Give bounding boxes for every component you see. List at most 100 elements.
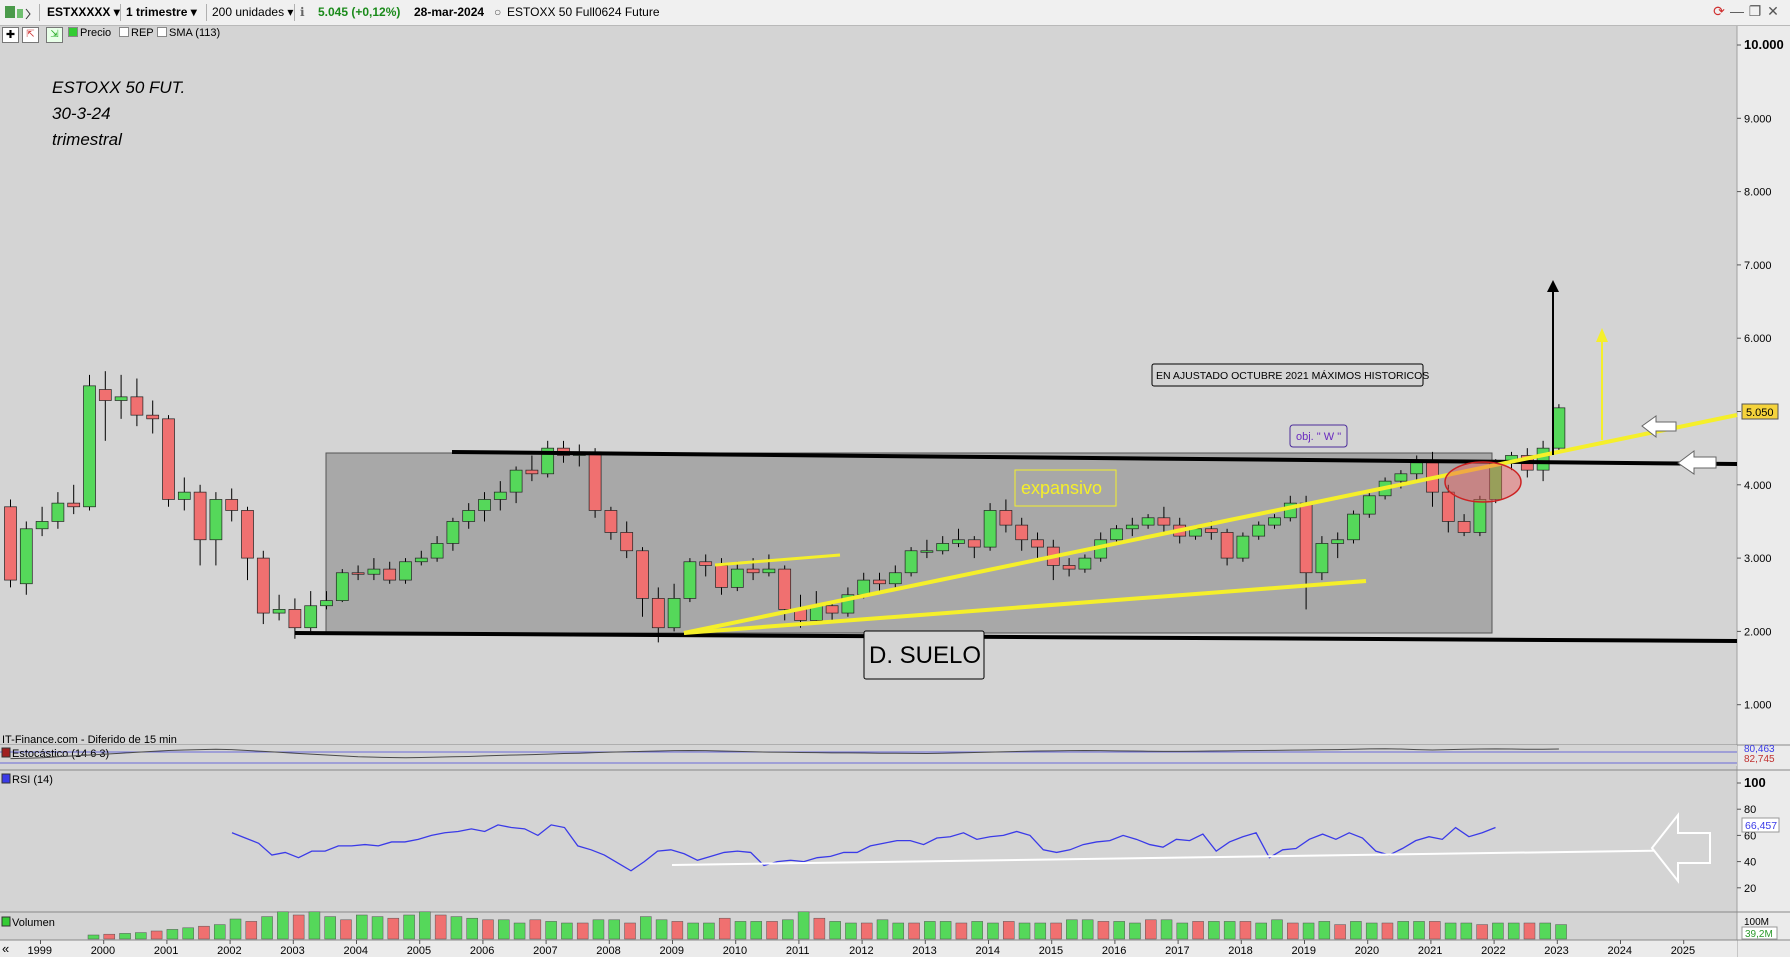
candle-body — [1394, 473, 1408, 482]
maximos-label: EN AJUSTADO OCTUBRE 2021 MÁXIMOS HISTORI… — [1156, 369, 1429, 382]
import-icon[interactable]: ⇲ — [46, 27, 63, 43]
volume-bar — [150, 930, 163, 940]
chart-annotation: trimestral — [52, 130, 123, 149]
sma-toggle[interactable]: SMA (113) — [157, 27, 220, 39]
candle-body — [225, 499, 239, 511]
volume-bar — [229, 918, 242, 940]
chart-annotation: 30-3-24 — [52, 104, 111, 123]
volume-bar — [356, 914, 368, 940]
x-tick-label: 2009 — [660, 945, 684, 957]
volume-bar — [624, 922, 636, 940]
chart-canvas[interactable]: 10.0009.0008.0007.0006.0005.0004.0003.00… — [0, 0, 1790, 957]
volume-bar — [1381, 922, 1394, 940]
rep-toggle[interactable]: REP — [119, 27, 154, 39]
volume-bar — [766, 921, 778, 940]
period-select[interactable]: 1 trimestre ▾ — [126, 3, 197, 22]
volume-bar — [1066, 919, 1078, 940]
refresh-icon[interactable]: ⟳ — [1711, 3, 1727, 19]
candle-body — [920, 550, 934, 553]
volume-bar — [513, 922, 526, 940]
volume-bar — [1145, 919, 1157, 940]
candle-body — [904, 550, 918, 574]
volume-bar — [576, 922, 589, 940]
volume-bar — [1239, 921, 1252, 940]
scroll-left-button: « — [2, 941, 9, 956]
expansivo-label: expansivo — [1021, 478, 1102, 498]
volume-bar — [1523, 922, 1536, 940]
candle-body — [114, 396, 128, 401]
volume-bar — [987, 922, 999, 940]
volume-bar — [213, 924, 226, 940]
volume-bar — [1129, 922, 1141, 940]
candle-body — [1441, 491, 1455, 522]
price-toggle[interactable]: Precio — [68, 27, 111, 39]
obj-w-label: obj. " W " — [1296, 431, 1341, 443]
add-icon[interactable]: ✚ — [2, 27, 19, 43]
candle-body — [1457, 521, 1471, 533]
x-tick-label: 2007 — [533, 945, 557, 957]
x-tick-label: 1999 — [28, 945, 52, 957]
stoch-icon — [1, 747, 11, 758]
volume-bar — [1507, 922, 1520, 940]
volume-bar — [1271, 919, 1283, 940]
volume-bar — [182, 927, 194, 940]
export-icon[interactable]: ⇱ — [22, 27, 39, 43]
restore-icon[interactable]: ❐ — [1747, 3, 1763, 19]
volume-bar — [640, 916, 652, 940]
candle-body — [888, 572, 902, 585]
x-tick-label: 2000 — [91, 945, 115, 957]
volume-bar — [450, 916, 463, 940]
candle-body — [1331, 539, 1345, 544]
units-select[interactable]: 200 unidades ▾ — [212, 3, 293, 22]
volume-bar — [561, 922, 573, 940]
volume-label: Volumen — [12, 917, 55, 929]
x-tick-label: 2001 — [154, 945, 178, 957]
volume-bar — [324, 916, 336, 940]
symbol-select[interactable]: ESTXXXXX ▾ — [47, 3, 120, 22]
volume-bar — [482, 919, 494, 940]
volume-bar — [103, 933, 116, 940]
minimize-icon[interactable]: — — [1729, 3, 1745, 19]
x-tick-label: 2015 — [1039, 945, 1063, 957]
candle-body — [1157, 517, 1171, 526]
x-tick-label: 2008 — [596, 945, 620, 957]
volume-bar — [261, 916, 273, 940]
candle-body — [67, 502, 81, 508]
candle-body — [462, 510, 476, 522]
x-tick-label: 2018 — [1228, 945, 1252, 957]
x-tick-label: 2016 — [1102, 945, 1126, 957]
candle-body — [857, 579, 871, 596]
candle-body — [351, 572, 365, 575]
x-tick-label: 2012 — [849, 945, 873, 957]
volume-bar — [892, 922, 905, 940]
info-icon[interactable]: ℹ — [300, 3, 305, 22]
volume-bar — [245, 921, 258, 940]
candle-body — [1204, 528, 1218, 533]
close-icon[interactable]: ✕ — [1765, 3, 1781, 19]
volume-bar — [1476, 924, 1488, 940]
candle-body — [367, 568, 381, 575]
x-tick-label: 2023 — [1544, 945, 1568, 957]
volume-bar — [1429, 921, 1441, 940]
candle-body — [1362, 495, 1376, 515]
candle-body — [256, 557, 270, 614]
volume-bar — [1208, 921, 1220, 940]
volume-bar — [1555, 924, 1567, 940]
volume-bar — [845, 922, 857, 940]
y-tick-label: 7.000 — [1744, 260, 1772, 272]
candle-body — [604, 510, 618, 533]
candle-body — [983, 510, 997, 548]
candle-body — [636, 550, 649, 599]
volume-bar — [371, 916, 384, 940]
volume-bar — [308, 911, 321, 940]
last-quote: 5.045 (+0,12%) — [318, 5, 401, 19]
candle-body — [1268, 517, 1281, 526]
candle-body — [778, 568, 792, 610]
candle-body — [1410, 462, 1424, 475]
chart-layout-icon[interactable] — [2, 3, 36, 22]
volume-bar — [1460, 922, 1473, 940]
volume-bar — [1397, 921, 1409, 940]
volume-bar — [782, 919, 794, 940]
chart-window: 10.0009.0008.0007.0006.0005.0004.0003.00… — [0, 0, 1790, 957]
instrument-name: ESTOXX 50 Full0624 Future — [507, 5, 660, 19]
